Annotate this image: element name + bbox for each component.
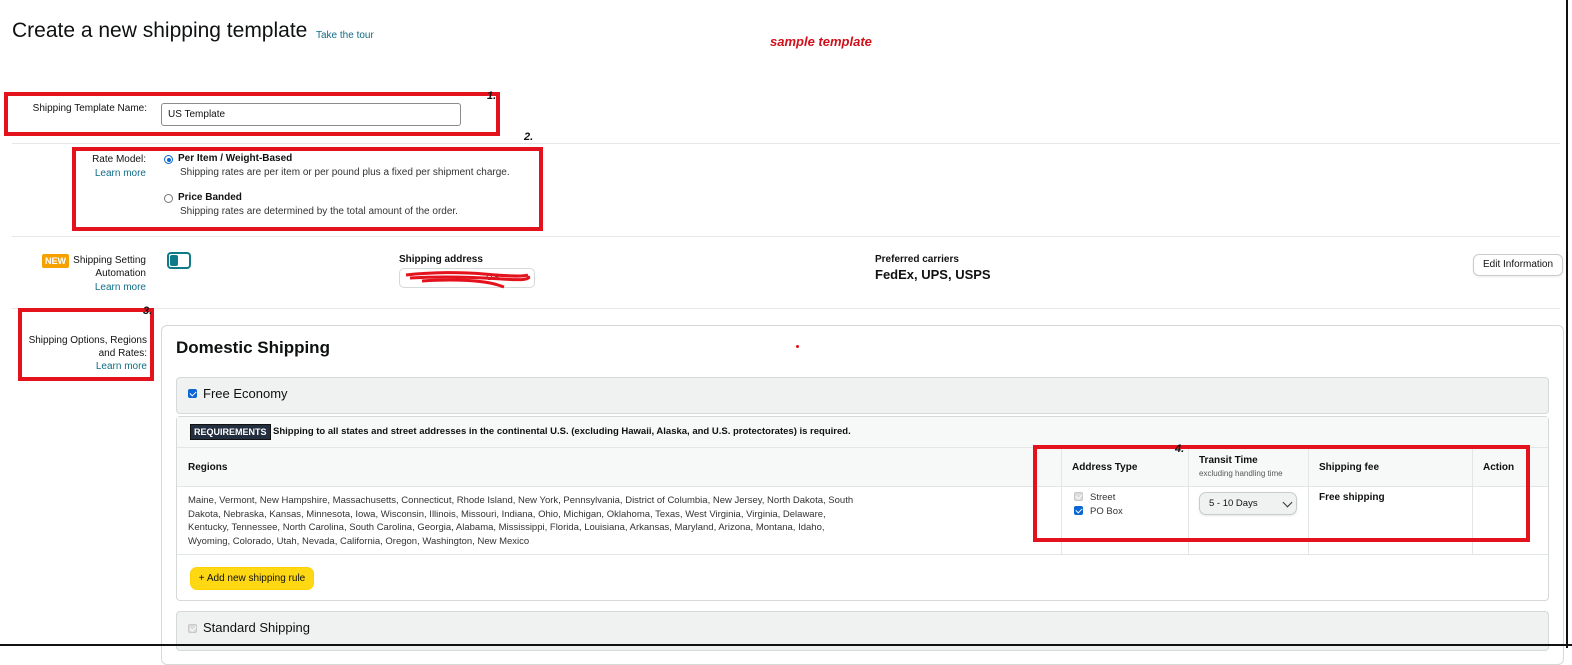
window-bottom-border <box>0 644 1572 646</box>
template-name-label: Shipping Template Name: <box>32 103 147 114</box>
rules-table-bottom <box>177 554 1548 555</box>
annotation-number-1: 1. <box>487 90 497 102</box>
regions-header: Regions <box>188 462 228 473</box>
requirements-badge: REQUIREMENTS <box>190 424 271 440</box>
shipping-options-label-line2: and Rates: <box>98 348 147 359</box>
template-name-input[interactable] <box>161 103 461 126</box>
redaction-scribble <box>405 271 531 289</box>
annotation-number-4: 4. <box>1175 443 1185 455</box>
window-right-border <box>1566 0 1568 648</box>
shipping-options-learn-more-link[interactable]: Learn more <box>20 360 147 373</box>
take-the-tour-link[interactable]: Take the tour <box>316 30 374 41</box>
shipping-address-label: Shipping address <box>399 254 483 265</box>
automation-toggle[interactable] <box>167 252 191 269</box>
per-item-title: Per Item / Weight-Based <box>178 153 293 164</box>
add-new-shipping-rule-button[interactable]: + Add new shipping rule <box>190 567 314 590</box>
preferred-carriers-value: FedEx, UPS, USPS <box>875 267 991 282</box>
regions-line: Dakota, Nebraska, Kansas, Minnesota, Iow… <box>188 509 826 520</box>
divider <box>12 236 1560 237</box>
divider <box>12 143 1560 144</box>
annotation-number-3: 3. <box>143 305 153 317</box>
rate-model-label: Rate Model: <box>92 154 146 165</box>
red-dot <box>796 345 799 348</box>
automation-label-line1: Shipping Setting <box>73 255 146 266</box>
divider <box>12 308 1560 309</box>
regions-line: Maine, Vermont, New Hampshire, Massachus… <box>188 495 854 506</box>
domestic-shipping-title: Domestic Shipping <box>176 338 330 357</box>
automation-label-line2: Automation <box>95 268 146 279</box>
radio-per-item[interactable] <box>164 155 173 164</box>
regions-line: Kentucky, Tennessee, North Carolina, Sou… <box>188 522 825 533</box>
automation-learn-more-link[interactable]: Learn more <box>60 281 146 294</box>
standard-shipping-checkbox[interactable] <box>188 624 197 633</box>
shipping-address-field: US <box>399 268 535 289</box>
free-economy-header <box>176 377 1549 414</box>
requirements-text: Shipping to all states and street addres… <box>273 426 851 437</box>
rate-model-learn-more-link[interactable]: Learn more <box>60 167 146 180</box>
per-item-desc: Shipping rates are per item or per pound… <box>180 167 510 178</box>
shipping-options-label-line1: Shipping Options, Regions <box>28 335 147 346</box>
preferred-carriers-label: Preferred carriers <box>875 254 959 265</box>
standard-shipping-label: Standard Shipping <box>203 620 310 635</box>
radio-price-banded[interactable] <box>164 194 173 203</box>
price-banded-title: Price Banded <box>178 192 242 203</box>
edit-information-button[interactable]: Edit Information <box>1473 254 1564 276</box>
annotation-box-4 <box>1033 445 1530 542</box>
free-economy-label: Free Economy <box>203 386 288 401</box>
annotation-number-2: 2. <box>524 131 534 143</box>
price-banded-desc: Shipping rates are determined by the tot… <box>180 206 458 217</box>
free-economy-checkbox[interactable] <box>188 389 197 398</box>
sample-template-annotation: sample template <box>770 34 872 49</box>
page-title: Create a new shipping template <box>12 19 308 42</box>
regions-line: Wyoming, Colorado, Utah, Nevada, Califor… <box>188 536 530 547</box>
